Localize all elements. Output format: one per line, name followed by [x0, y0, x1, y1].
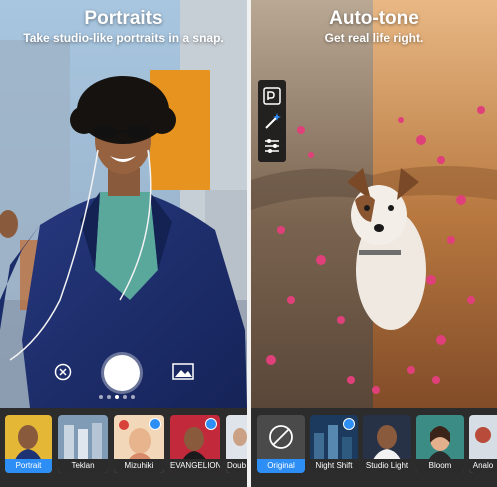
premium-badge: [149, 418, 161, 430]
panel-title: Auto-tone: [329, 8, 419, 29]
filter-label: EVANGELION..: [170, 459, 220, 473]
filter-thumb-bloom[interactable]: Bloom: [416, 415, 464, 473]
app-store-screenshots: Portraits Take studio-like portraits in …: [0, 0, 497, 487]
close-icon[interactable]: [54, 363, 72, 381]
premium-badge: [343, 418, 355, 430]
filter-thumb-evangelion[interactable]: EVANGELION..: [170, 415, 220, 473]
filter-label: Mizuhiki: [114, 459, 164, 473]
filter-label: Portrait: [5, 459, 52, 473]
filter-thumb-night-shift[interactable]: Night Shift: [310, 415, 358, 473]
filter-thumb-analog[interactable]: Analo: [469, 415, 497, 473]
carousel-dots: [99, 395, 149, 401]
sliders-icon[interactable]: [262, 136, 282, 156]
filter-thumb-studio-light[interactable]: Studio Light: [363, 415, 411, 473]
edit-toolbar: [258, 80, 286, 162]
auto-tone-panel: Auto-tone Get real life right. Original: [251, 0, 497, 487]
carousel-dot[interactable]: [107, 395, 111, 399]
carousel-dot[interactable]: [123, 395, 127, 399]
portraits-panel: Portraits Take studio-like portraits in …: [0, 0, 247, 487]
psx-icon[interactable]: [262, 86, 282, 106]
panel-title: Portraits: [84, 8, 163, 29]
filter-label: Night Shift: [310, 459, 358, 473]
panel-subtitle: Take studio-like portraits in a snap.: [23, 31, 224, 45]
panel-subtitle: Get real life right.: [324, 31, 424, 45]
filter-thumb-teklan[interactable]: Teklan: [58, 415, 108, 473]
shutter-button[interactable]: [104, 355, 140, 391]
carousel-dot[interactable]: [99, 395, 103, 399]
carousel-dot[interactable]: [131, 395, 135, 399]
filter-thumb-mizuhiki[interactable]: Mizuhiki: [114, 415, 164, 473]
filter-label: Bloom: [416, 459, 464, 473]
filter-thumb-portrait[interactable]: Portrait: [5, 415, 52, 473]
filter-thumb-double[interactable]: Doub: [226, 415, 247, 473]
filter-label: Teklan: [58, 459, 108, 473]
filter-label: Analo: [469, 459, 497, 473]
premium-badge: [205, 418, 217, 430]
filter-label: Doub: [226, 459, 247, 473]
carousel-dot-active[interactable]: [115, 395, 119, 399]
filter-label: Studio Light: [363, 459, 411, 473]
gallery-icon[interactable]: [172, 363, 194, 381]
filter-thumb-original[interactable]: Original: [257, 415, 305, 473]
filter-label: Original: [257, 459, 305, 473]
magic-wand-icon[interactable]: [262, 111, 282, 131]
